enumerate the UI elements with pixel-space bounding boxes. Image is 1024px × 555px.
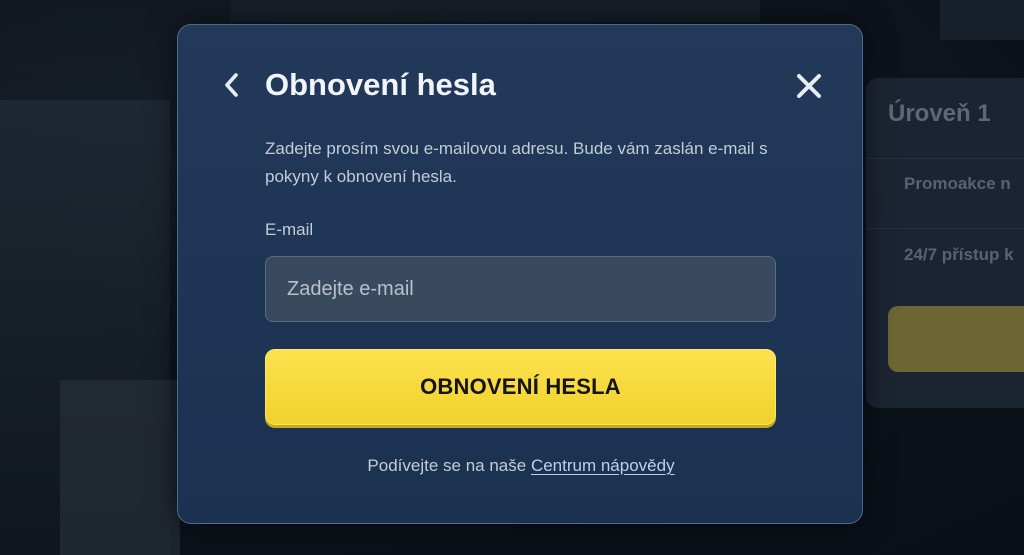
email-input[interactable] bbox=[265, 256, 776, 322]
password-reset-modal: Obnovení hesla Zadejte prosím svou e-mai… bbox=[177, 24, 863, 524]
help-text: Podívejte se na naše Centrum nápovědy bbox=[178, 456, 864, 476]
level-divider bbox=[866, 158, 1024, 159]
close-button[interactable] bbox=[792, 69, 826, 103]
background-structure bbox=[60, 380, 180, 555]
modal-title: Obnovení hesla bbox=[265, 67, 496, 102]
level-item-support: 24/7 přístup k bbox=[904, 245, 1014, 264]
modal-description: Zadejte prosím svou e-mailovou adresu. B… bbox=[265, 139, 768, 186]
background-roof bbox=[230, 0, 760, 22]
email-label: E-mail bbox=[265, 220, 314, 239]
help-prefix: Podívejte se na naše bbox=[367, 456, 527, 475]
close-icon bbox=[797, 74, 821, 98]
background-tower bbox=[940, 0, 1024, 40]
level-item-promo: Promoakce n bbox=[904, 174, 1011, 193]
level-card: Úroveň 1 Promoakce n 24/7 přístup k bbox=[866, 78, 1024, 408]
level-action-button bbox=[888, 306, 1024, 372]
chevron-left-icon bbox=[225, 73, 238, 97]
level-divider bbox=[866, 228, 1024, 229]
help-center-link[interactable]: Centrum nápovědy bbox=[531, 456, 675, 475]
reset-password-button[interactable]: OBNOVENÍ HESLA bbox=[265, 349, 776, 425]
level-title: Úroveň 1 bbox=[888, 100, 991, 127]
back-button[interactable] bbox=[218, 71, 246, 99]
